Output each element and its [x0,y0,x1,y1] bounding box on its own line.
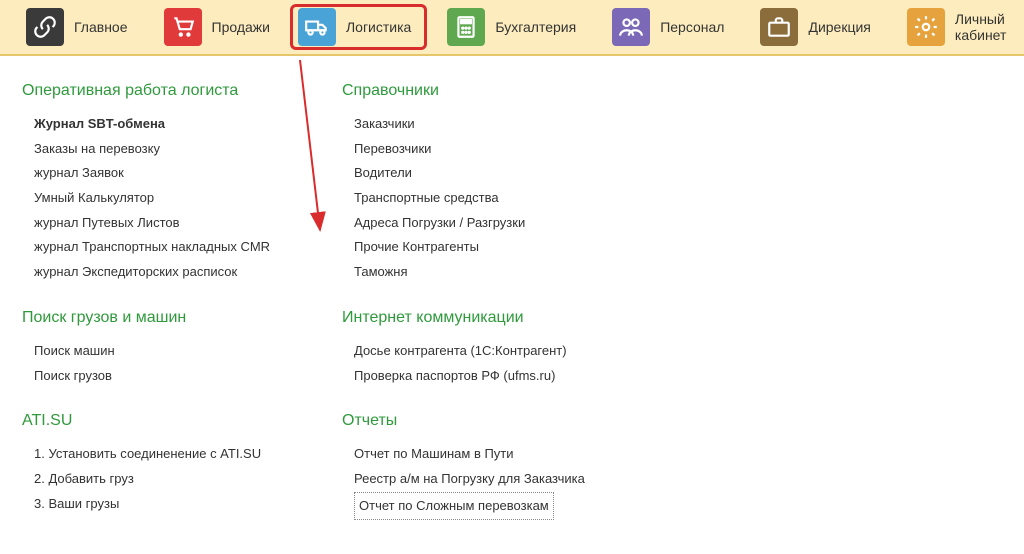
section: Поиск грузов и машин Поиск машинПоиск гру… [22,309,302,388]
section-title[interactable]: Оперативная работа логиста [22,82,302,100]
link-list: Поиск машинПоиск грузов [22,339,302,388]
nav-staff[interactable]: Персонал [596,4,740,50]
link-icon [26,8,64,46]
section-title[interactable]: Интернет коммуникации [342,309,622,327]
gear-icon [907,8,945,46]
calculator-icon [447,8,485,46]
link-list: ЗаказчикиПеревозчикиВодителиТранспортные… [342,112,622,285]
section-title[interactable]: ATI.SU [22,412,302,430]
menu-link[interactable]: Журнал SBT-обмена [34,112,302,137]
menu-link[interactable]: Прочие Контрагенты [354,235,622,260]
nav-label: Главное [74,19,128,35]
nav-logistics[interactable]: Логистика [290,4,427,50]
menu-link[interactable]: Водители [354,161,622,186]
menu-link[interactable]: Транспортные средства [354,186,622,211]
menu-link[interactable]: Проверка паспортов РФ (ufms.ru) [354,364,622,389]
menu-link[interactable]: Досье контрагента (1С:Контрагент) [354,339,622,364]
menu-link[interactable]: Перевозчики [354,137,622,162]
link-list: 1. Установить соединенение с ATI.SU2. До… [22,442,302,516]
section-title[interactable]: Отчеты [342,412,622,430]
nav-label: Личный кабинет [955,11,1007,43]
section: Оперативная работа логиста Журнал SBT-обм… [22,82,302,285]
nav-management[interactable]: Дирекция [744,4,886,50]
menu-link[interactable]: Поиск машин [34,339,302,364]
menu-link[interactable]: журнал Экспедиторских расписок [34,260,302,285]
column-0: Оперативная работа логиста Журнал SBT-обм… [22,82,302,520]
briefcase-icon [760,8,798,46]
nav-label: Дирекция [808,19,870,35]
nav-label: Персонал [660,19,724,35]
cart-icon [164,8,202,46]
link-list: Досье контрагента (1С:Контрагент)Проверк… [342,339,622,388]
section: Отчеты Отчет по Машинам в ПутиРеестр а/м … [342,412,622,520]
nav-label: Продажи [212,19,270,35]
section: ATI.SU 1. Установить соединенение с ATI.S… [22,412,302,516]
menu-link[interactable]: 2. Добавить груз [34,467,302,492]
menu-link[interactable]: Заказчики [354,112,622,137]
menu-link[interactable]: журнал Путевых Листов [34,211,302,236]
people-icon [612,8,650,46]
menu-link[interactable]: журнал Транспортных накладных CMR [34,235,302,260]
column-1: СправочникиЗаказчикиПеревозчикиВодителиТ… [342,82,622,520]
menu-link[interactable]: Отчет по Машинам в Пути [354,442,622,467]
nav-sales[interactable]: Продажи [148,4,286,50]
link-list: Журнал SBT-обменаЗаказы на перевозкужурн… [22,112,302,285]
nav-main[interactable]: Главное [10,4,144,50]
menu-link[interactable]: Адреса Погрузки / Разгрузки [354,211,622,236]
link-list: Отчет по Машинам в ПутиРеестр а/м на Пог… [342,442,622,520]
top-nav: Главное Продажи Логистика Бухгалтерия Пе… [0,0,1024,56]
menu-link[interactable]: журнал Заявок [34,161,302,186]
section-title[interactable]: Справочники [342,82,622,100]
menu-link[interactable]: 1. Установить соединенение с ATI.SU [34,442,302,467]
menu-link[interactable]: 3. Ваши грузы [34,492,302,517]
menu-link[interactable]: Таможня [354,260,622,285]
nav-cabinet[interactable]: Личный кабинет [891,4,1023,50]
content-area: Оперативная работа логиста Журнал SBT-обм… [0,56,1024,546]
nav-label: Логистика [346,19,411,35]
nav-label: Бухгалтерия [495,19,576,35]
menu-link[interactable]: Реестр а/м на Погрузку для Заказчика [354,467,622,492]
menu-link[interactable]: Умный Калькулятор [34,186,302,211]
menu-link[interactable]: Отчет по Сложным перевозкам [354,492,554,521]
menu-link[interactable]: Поиск грузов [34,364,302,389]
section: СправочникиЗаказчикиПеревозчикиВодителиТ… [342,82,622,285]
truck-icon [298,8,336,46]
nav-accounting[interactable]: Бухгалтерия [431,4,592,50]
menu-link[interactable]: Заказы на перевозку [34,137,302,162]
section-title[interactable]: Поиск грузов и машин [22,309,302,327]
section: Интернет коммуникации Досье контрагента (… [342,309,622,388]
